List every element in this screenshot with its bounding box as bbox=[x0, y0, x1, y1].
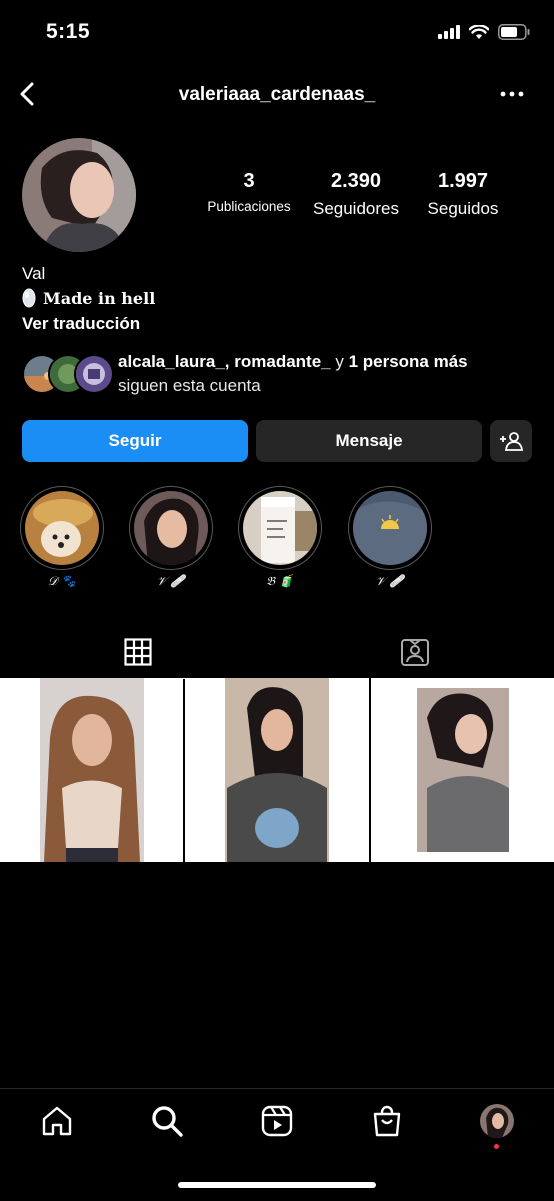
status-icons bbox=[438, 24, 530, 40]
reels-icon[interactable] bbox=[260, 1104, 294, 1138]
moonstone-emoji-icon bbox=[22, 288, 36, 308]
story-highlight[interactable]: 𝔅 🧃 bbox=[237, 486, 323, 589]
followed-by-more: 1 persona más bbox=[348, 352, 468, 371]
status-time: 5:15 bbox=[46, 20, 91, 43]
add-person-icon bbox=[500, 432, 523, 451]
home-icon[interactable] bbox=[40, 1104, 74, 1138]
stat-posts: 3 Publicaciones bbox=[196, 170, 302, 214]
followed-by-suffix: siguen esta cuenta bbox=[118, 376, 261, 395]
notification-dot bbox=[494, 1144, 499, 1149]
highlight-cover bbox=[243, 491, 317, 565]
followed-by-text[interactable]: alcala_laura_, romadante_ y 1 persona má… bbox=[118, 350, 468, 398]
posts-label: Publicaciones bbox=[207, 199, 291, 214]
stat-followers[interactable]: 2.390 Seguidores bbox=[304, 170, 408, 219]
following-label: Seguidos bbox=[427, 199, 499, 218]
highlight-cover bbox=[25, 491, 99, 565]
stat-following[interactable]: 1.997 Seguidos bbox=[414, 170, 512, 219]
mutual-followers-avatars[interactable] bbox=[22, 354, 114, 394]
tab-tagged[interactable] bbox=[276, 626, 554, 678]
more-options-icon[interactable] bbox=[500, 84, 524, 104]
wifi-icon bbox=[469, 24, 489, 39]
battery-icon bbox=[498, 24, 530, 40]
profile-tab-avatar[interactable] bbox=[480, 1104, 514, 1138]
see-translation-link[interactable]: Ver traducción bbox=[22, 314, 140, 334]
profile-display-name: Val bbox=[22, 264, 46, 283]
posts-count: 3 bbox=[243, 170, 255, 192]
home-indicator[interactable] bbox=[178, 1182, 376, 1188]
followers-label: Seguidores bbox=[312, 199, 399, 218]
followed-by-connector: y bbox=[330, 352, 349, 371]
followers-count: 2.390 bbox=[330, 170, 382, 192]
post-thumbnail[interactable] bbox=[185, 678, 369, 862]
followed-by-users: alcala_laura_, romadante_ bbox=[118, 352, 331, 371]
highlight-cover bbox=[134, 491, 208, 565]
story-highlight[interactable]: 𝒱 🩹 bbox=[128, 486, 214, 589]
highlight-label: 𝔅 🧃 bbox=[266, 574, 294, 588]
mutual-avatar bbox=[74, 354, 114, 394]
suggested-accounts-button[interactable] bbox=[490, 420, 532, 462]
grid-icon bbox=[124, 638, 152, 666]
bio-text: Made in hell bbox=[43, 288, 156, 308]
highlight-label: 𝒟 🐾 bbox=[47, 574, 77, 588]
cellular-signal-icon bbox=[438, 25, 460, 39]
profile-avatar[interactable] bbox=[22, 138, 136, 252]
tagged-person-icon bbox=[401, 639, 429, 666]
highlight-cover bbox=[353, 491, 427, 565]
post-thumbnail[interactable] bbox=[0, 678, 183, 862]
profile-username: valeriaaa_cardenaas_ bbox=[178, 84, 376, 105]
following-count: 1.997 bbox=[437, 170, 489, 192]
story-highlight[interactable]: 𝒟 🐾 bbox=[19, 486, 105, 589]
highlight-label: 𝒱 🩹 bbox=[156, 574, 186, 588]
search-icon[interactable] bbox=[150, 1104, 184, 1138]
message-button[interactable]: Mensaje bbox=[256, 420, 482, 462]
post-thumbnail[interactable] bbox=[371, 678, 554, 862]
profile-bio: Made in hell bbox=[22, 288, 155, 308]
story-highlight[interactable]: 𝒱 🩹 bbox=[347, 486, 433, 589]
follow-button[interactable]: Seguir bbox=[22, 420, 248, 462]
tab-posts-grid[interactable] bbox=[0, 626, 276, 679]
shop-icon[interactable] bbox=[370, 1104, 404, 1138]
highlight-label: 𝒱 🩹 bbox=[375, 574, 405, 588]
